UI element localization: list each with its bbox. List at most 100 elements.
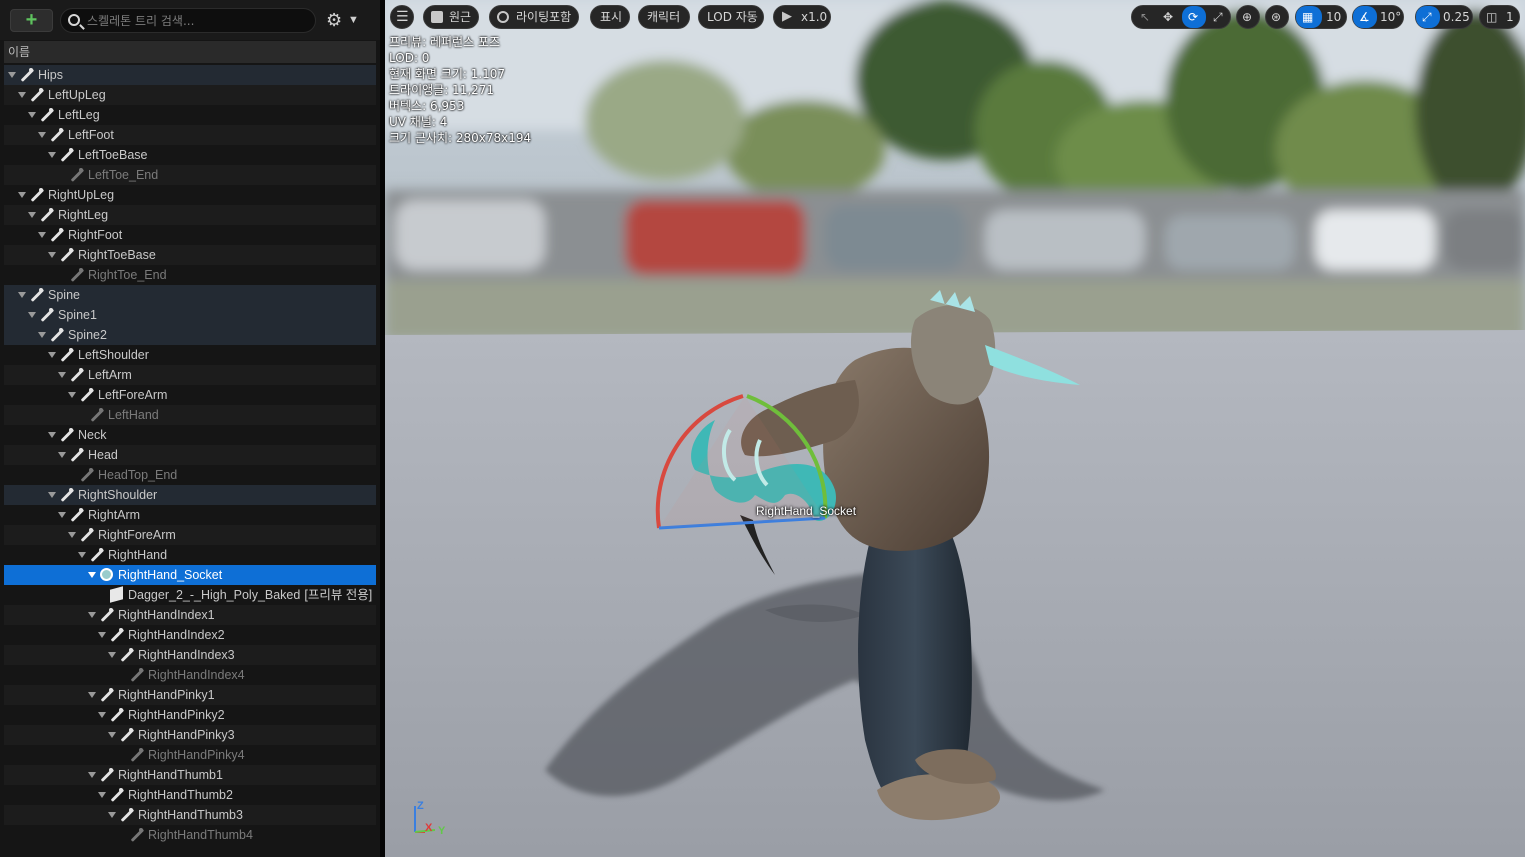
- coordinate-system-button[interactable]: ⊕: [1236, 5, 1260, 29]
- tree-row-righthandindex3[interactable]: RightHandIndex3: [4, 645, 376, 665]
- expand-arrow-icon[interactable]: [58, 452, 66, 458]
- lighting-button[interactable]: 라이팅포함: [489, 5, 579, 29]
- surface-snap-button[interactable]: ⊛: [1265, 5, 1289, 29]
- tree-row-head[interactable]: Head: [4, 445, 376, 465]
- expand-arrow-icon[interactable]: [88, 572, 96, 578]
- expand-arrow-icon[interactable]: [18, 92, 26, 98]
- tree-row-righthandthumb4[interactable]: RightHandThumb4: [4, 825, 376, 845]
- tree-row-righthandthumb3[interactable]: RightHandThumb3: [4, 805, 376, 825]
- rotate-snap-value[interactable]: 10°: [1380, 6, 1401, 28]
- scale-snap-value[interactable]: 0.25: [1443, 6, 1470, 28]
- camera-speed-button[interactable]: ◫ 1: [1479, 5, 1520, 29]
- tree-row-leftarm[interactable]: LeftArm: [4, 365, 376, 385]
- expand-arrow-icon[interactable]: [98, 712, 106, 718]
- expand-arrow-icon[interactable]: [88, 772, 96, 778]
- expand-arrow-icon[interactable]: [18, 292, 26, 298]
- grid-snap-group[interactable]: ▦ 10: [1295, 5, 1347, 29]
- expand-arrow-icon[interactable]: [48, 492, 56, 498]
- expand-arrow-icon[interactable]: [28, 112, 36, 118]
- expand-arrow-icon[interactable]: [8, 72, 16, 78]
- expand-arrow-icon[interactable]: [48, 352, 56, 358]
- tree-row-lefttoe-end[interactable]: LeftToe_End: [4, 165, 376, 185]
- expand-arrow-icon[interactable]: [58, 512, 66, 518]
- tree-row-leftfoot[interactable]: LeftFoot: [4, 125, 376, 145]
- expand-arrow-icon[interactable]: [48, 432, 56, 438]
- scale-snap-toggle[interactable]: ⤢: [1416, 6, 1440, 28]
- tree-row-righthandindex1[interactable]: RightHandIndex1: [4, 605, 376, 625]
- search-box[interactable]: [60, 8, 316, 33]
- tree-row-rightupleg[interactable]: RightUpLeg: [4, 185, 376, 205]
- expand-arrow-icon[interactable]: [48, 152, 56, 158]
- tree-row-righthandpinky1[interactable]: RightHandPinky1: [4, 685, 376, 705]
- column-header-name[interactable]: 이름: [4, 41, 376, 63]
- translate-mode-button[interactable]: ✥: [1157, 6, 1181, 28]
- tree-row-righthandpinky3[interactable]: RightHandPinky3: [4, 725, 376, 745]
- tree-row-leftupleg[interactable]: LeftUpLeg: [4, 85, 376, 105]
- tree-row-righthandthumb1[interactable]: RightHandThumb1: [4, 765, 376, 785]
- tree-row-rightshoulder[interactable]: RightShoulder: [4, 485, 376, 505]
- tree-row-lefttoebase[interactable]: LeftToeBase: [4, 145, 376, 165]
- rotate-snap-toggle[interactable]: ∡: [1353, 6, 1377, 28]
- scale-mode-button[interactable]: ⤢: [1207, 6, 1231, 28]
- expand-arrow-icon[interactable]: [88, 612, 96, 618]
- tree-row-hips[interactable]: Hips: [4, 65, 376, 85]
- expand-arrow-icon[interactable]: [28, 312, 36, 318]
- expand-arrow-icon[interactable]: [98, 632, 106, 638]
- expand-arrow-icon[interactable]: [78, 552, 86, 558]
- settings-button[interactable]: ⚙ ▼: [326, 9, 362, 31]
- expand-arrow-icon[interactable]: [68, 532, 76, 538]
- tree-row-righthandindex4[interactable]: RightHandIndex4: [4, 665, 376, 685]
- tree-row-dagger-2-high-poly-baked[interactable]: Dagger_2_-_High_Poly_Baked [프리뷰 전용]: [4, 585, 376, 605]
- expand-arrow-icon[interactable]: [38, 232, 46, 238]
- select-mode-button[interactable]: ↖: [1132, 6, 1156, 28]
- rotate-snap-group[interactable]: ∡ 10°: [1352, 5, 1404, 29]
- tree-row-righthand[interactable]: RightHand: [4, 545, 376, 565]
- tree-row-righttoebase[interactable]: RightToeBase: [4, 245, 376, 265]
- tree-row-rightarm[interactable]: RightArm: [4, 505, 376, 525]
- tree-row-neck[interactable]: Neck: [4, 425, 376, 445]
- tree-row-righthandthumb2[interactable]: RightHandThumb2: [4, 785, 376, 805]
- tree-row-spine1[interactable]: Spine1: [4, 305, 376, 325]
- character-button[interactable]: 캐릭터: [638, 5, 690, 29]
- tree-row-headtop-end[interactable]: HeadTop_End: [4, 465, 376, 485]
- rotate-mode-button[interactable]: ⟳: [1182, 6, 1206, 28]
- tree-row-righthand-socket[interactable]: RightHand_Socket: [4, 565, 376, 585]
- tree-row-righthandindex2[interactable]: RightHandIndex2: [4, 625, 376, 645]
- perspective-button[interactable]: 원근: [423, 5, 479, 29]
- expand-arrow-icon[interactable]: [38, 132, 46, 138]
- add-button[interactable]: +: [10, 9, 53, 32]
- expand-arrow-icon[interactable]: [88, 692, 96, 698]
- expand-arrow-icon[interactable]: [58, 372, 66, 378]
- expand-arrow-icon[interactable]: [108, 652, 116, 658]
- viewport[interactable]: ☰ 원근 라이팅포함 표시 캐릭터 LOD 자동 ▶ x1.0 ↖ ✥ ⟳ ⤢: [385, 0, 1525, 857]
- tree-row-spine2[interactable]: Spine2: [4, 325, 376, 345]
- tree-row-lefthand[interactable]: LeftHand: [4, 405, 376, 425]
- tree-row-leftforearm[interactable]: LeftForeArm: [4, 385, 376, 405]
- playback-speed-button[interactable]: ▶ x1.0: [773, 5, 831, 29]
- expand-arrow-icon[interactable]: [28, 212, 36, 218]
- tree-row-rightleg[interactable]: RightLeg: [4, 205, 376, 225]
- expand-arrow-icon[interactable]: [108, 732, 116, 738]
- grid-snap-value[interactable]: 10: [1326, 6, 1341, 28]
- search-input[interactable]: [87, 11, 307, 30]
- tree-row-leftshoulder[interactable]: LeftShoulder: [4, 345, 376, 365]
- expand-arrow-icon[interactable]: [98, 792, 106, 798]
- expand-arrow-icon[interactable]: [18, 192, 26, 198]
- tree-row-righthandpinky4[interactable]: RightHandPinky4: [4, 745, 376, 765]
- expand-arrow-icon[interactable]: [108, 812, 116, 818]
- tree-row-rightfoot[interactable]: RightFoot: [4, 225, 376, 245]
- tree-row-spine[interactable]: Spine: [4, 285, 376, 305]
- expand-arrow-icon[interactable]: [48, 252, 56, 258]
- viewport-menu-button[interactable]: ☰: [390, 5, 414, 29]
- expand-arrow-icon[interactable]: [68, 392, 76, 398]
- tree-row-label: RightShoulder: [78, 488, 158, 502]
- lod-button[interactable]: LOD 자동: [698, 5, 764, 29]
- show-button[interactable]: 표시: [590, 5, 630, 29]
- scale-snap-group[interactable]: ⤢ 0.25: [1415, 5, 1473, 29]
- tree-row-righthandpinky2[interactable]: RightHandPinky2: [4, 705, 376, 725]
- tree-row-righttoe-end[interactable]: RightToe_End: [4, 265, 376, 285]
- tree-row-leftleg[interactable]: LeftLeg: [4, 105, 376, 125]
- expand-arrow-icon[interactable]: [38, 332, 46, 338]
- tree-row-rightforearm[interactable]: RightForeArm: [4, 525, 376, 545]
- grid-snap-toggle[interactable]: ▦: [1296, 6, 1322, 28]
